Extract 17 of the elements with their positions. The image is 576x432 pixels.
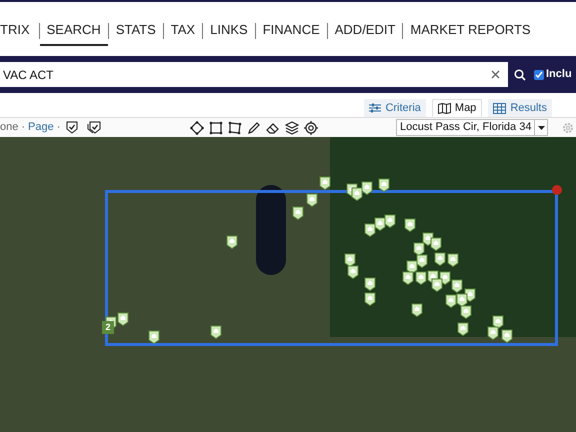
nav-tab[interactable]: STATS: [108, 16, 163, 46]
nav-tab[interactable]: TAX: [164, 16, 202, 46]
nav-tab[interactable]: LINKS: [203, 16, 255, 46]
view-tab[interactable]: Results: [488, 99, 552, 117]
nav-tab[interactable]: TRIX: [0, 16, 39, 46]
page-link[interactable]: one: [0, 119, 18, 136]
separator-dot: ·: [21, 120, 26, 136]
nav-tab[interactable]: MARKET REPORTS: [403, 16, 538, 46]
view-tab[interactable]: Criteria: [364, 99, 426, 117]
nav-tab[interactable]: FINANCE: [256, 16, 327, 46]
location-dropdown[interactable]: Locust Pass Cir, Florida 34: [396, 119, 548, 136]
nav-tab[interactable]: ADD/EDIT: [328, 16, 402, 46]
include-label: Inclu: [546, 67, 572, 82]
separator-dot: ·: [56, 120, 60, 136]
view-tab[interactable]: Map: [432, 99, 482, 117]
search-field[interactable]: VAC ACT: [0, 62, 508, 87]
page-link[interactable]: Page: [28, 119, 54, 136]
